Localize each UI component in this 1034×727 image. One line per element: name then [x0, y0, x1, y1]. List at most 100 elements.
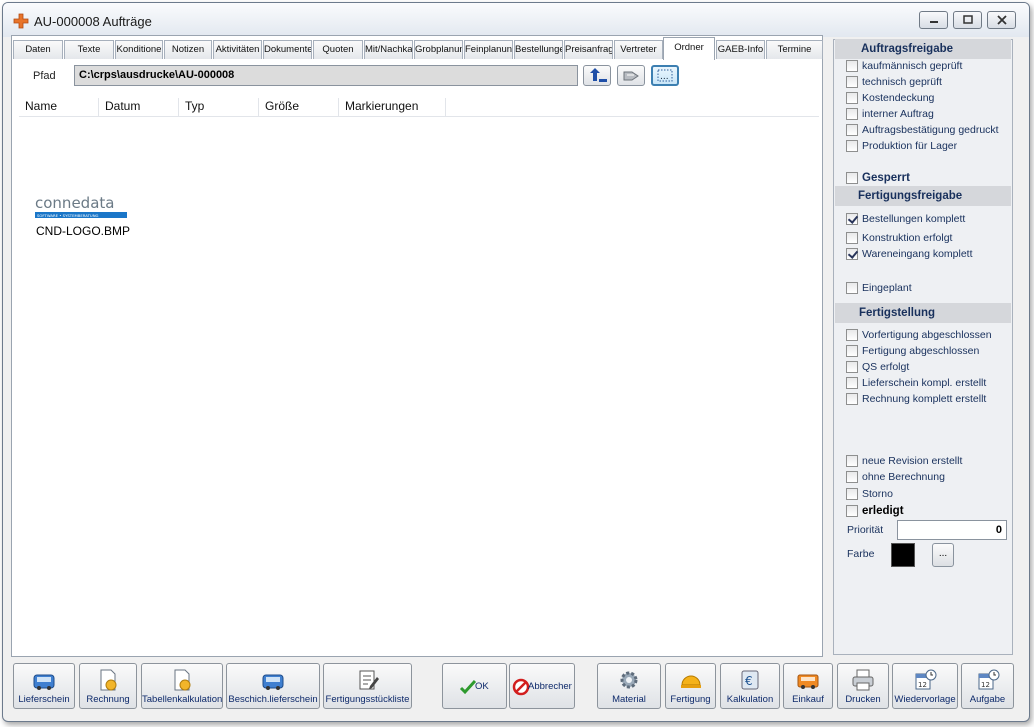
checkbox[interactable] [846, 329, 858, 341]
restore-button[interactable] [953, 11, 982, 29]
checkbox[interactable] [846, 393, 858, 405]
truck-icon [262, 674, 284, 690]
thumbnail-logo-text: connedata [35, 194, 114, 212]
tabellenkalkulation-button[interactable]: Tabellenkalkulation [141, 663, 223, 709]
priority-input[interactable]: 0 [897, 520, 1007, 540]
checkbox[interactable] [846, 345, 858, 357]
abbrechen-button[interactable]: Abbrechen [509, 663, 575, 709]
checkbox[interactable] [846, 377, 858, 389]
edit-list-icon [359, 670, 379, 690]
tab-grobplanung[interactable]: Grobplanung [414, 40, 463, 59]
cross-icon [13, 13, 29, 29]
checkbox-label: Kostendeckung [862, 92, 935, 104]
checkbox[interactable] [846, 60, 858, 72]
svg-text:...: ... [660, 72, 669, 82]
checkbox[interactable] [846, 213, 858, 225]
tab-mit-nachkalkulation[interactable]: Mit/Nachkal [364, 40, 413, 59]
kalkulation-button[interactable]: € Kalkulation [720, 663, 780, 709]
calendar-clock-icon: 12 [915, 669, 937, 690]
folder-up-icon [590, 68, 607, 82]
button-label: Lieferschein [18, 694, 70, 705]
color-label: Farbe [847, 548, 875, 560]
path-label: Pfad [33, 70, 56, 82]
folder-up-button[interactable] [583, 65, 611, 86]
fertigung-button[interactable]: Fertigung [665, 663, 716, 709]
wiedervorlage-button[interactable]: 12 Wiedervorlage [892, 663, 958, 709]
tab-dokumente[interactable]: Dokumente [263, 40, 312, 59]
tab-termine[interactable]: Termine [766, 40, 823, 59]
browse-icon: ... [657, 69, 673, 82]
tab-texte[interactable]: Texte [64, 40, 114, 59]
calendar-clock-icon: 12 [978, 669, 999, 690]
material-button[interactable]: Material [597, 663, 661, 709]
checkbox[interactable] [846, 108, 858, 120]
open-folder-icon [623, 71, 639, 81]
content-panel [11, 35, 823, 657]
gear-icon [620, 671, 638, 689]
checkbox-label: neue Revision erstellt [862, 455, 963, 467]
checkbox[interactable] [846, 471, 858, 483]
tab-daten[interactable]: Daten [13, 40, 63, 59]
tab-gaeb-info[interactable]: GAEB-Info [716, 40, 765, 59]
column-markierungen[interactable]: Markierungen [339, 98, 446, 116]
minimize-button[interactable] [919, 11, 948, 29]
ok-button[interactable]: OK [442, 663, 507, 709]
truck-icon [33, 674, 55, 690]
checkbox-label: Vorfertigung abgeschlossen [862, 329, 992, 341]
checkbox-label: Produktion für Lager [862, 140, 958, 152]
open-folder-button[interactable] [617, 65, 645, 86]
tab-bar: Daten Texte Konditione Notizen Aktivität… [13, 37, 823, 60]
path-field[interactable]: C:\crps\ausdrucke\AU-000008 [74, 65, 578, 86]
column-name[interactable]: Name [19, 98, 99, 116]
priority-label: Priorität [847, 524, 884, 536]
checkbox[interactable] [846, 140, 858, 152]
checkbox-label: interner Auftrag [862, 108, 934, 120]
checkbox-label: Auftragsbestätigung gedruckt [862, 124, 999, 136]
checkbox[interactable] [846, 455, 858, 467]
color-picker-button[interactable]: ... [932, 543, 954, 567]
checkbox-label: Storno [862, 488, 893, 500]
svg-text:12: 12 [918, 681, 927, 689]
checkbox[interactable] [846, 361, 858, 373]
button-label: Aufgabe [969, 694, 1006, 705]
close-button[interactable] [987, 11, 1016, 29]
checkbox[interactable] [846, 172, 858, 184]
drucken-button[interactable]: Drucken [837, 663, 889, 709]
checkbox[interactable] [846, 248, 858, 260]
browse-button[interactable]: ... [651, 65, 679, 86]
rechnung-button[interactable]: Rechnung [79, 663, 137, 709]
fertigungsstueckliste-button[interactable]: Fertigungsstückliste [323, 663, 412, 709]
tab-aktivitaeten[interactable]: Aktivitäten [213, 40, 262, 59]
checkbox[interactable] [846, 505, 858, 517]
checkbox-label: Rechnung komplett erstellt [862, 393, 987, 405]
column-typ[interactable]: Typ [179, 98, 259, 116]
checkbox-label: Bestellungen komplett [862, 213, 966, 225]
tab-notizen[interactable]: Notizen [164, 40, 212, 59]
title-bar[interactable]: AU-000008 Aufträge [3, 3, 1029, 37]
column-groesse[interactable]: Größe [259, 98, 339, 116]
einkauf-button[interactable]: Einkauf [783, 663, 833, 709]
lieferschein-button[interactable]: Lieferschein [13, 663, 75, 709]
tab-preisanfrage[interactable]: Preisanfrag [564, 40, 613, 59]
checkbox[interactable] [846, 92, 858, 104]
aufgabe-button[interactable]: 12 Aufgabe [961, 663, 1014, 709]
tab-feinplanung[interactable]: Feinplanung [464, 40, 513, 59]
checkbox[interactable] [846, 488, 858, 500]
checkbox-label: Lieferschein kompl. erstellt [862, 377, 987, 389]
order-window: AU-000008 Aufträge Daten Texte Kondition… [2, 2, 1030, 722]
beschich-lieferschein-button[interactable]: Beschich.lieferschein [226, 663, 320, 709]
checkbox[interactable] [846, 76, 858, 88]
checkbox[interactable] [846, 282, 858, 294]
tab-konditionen[interactable]: Konditione [115, 40, 163, 59]
tab-ordner[interactable]: Ordner [663, 37, 715, 60]
column-datum[interactable]: Datum [99, 98, 179, 116]
color-swatch[interactable] [891, 543, 915, 567]
checkbox[interactable] [846, 232, 858, 244]
tab-vertreter[interactable]: Vertreter [614, 40, 663, 59]
close-icon [997, 15, 1007, 25]
checkbox[interactable] [846, 124, 858, 136]
hardhat-icon [680, 675, 701, 688]
tab-bestellungen[interactable]: Bestellungen [514, 40, 563, 59]
tab-quoten[interactable]: Quoten [313, 40, 363, 59]
invoice-icon [100, 669, 117, 691]
